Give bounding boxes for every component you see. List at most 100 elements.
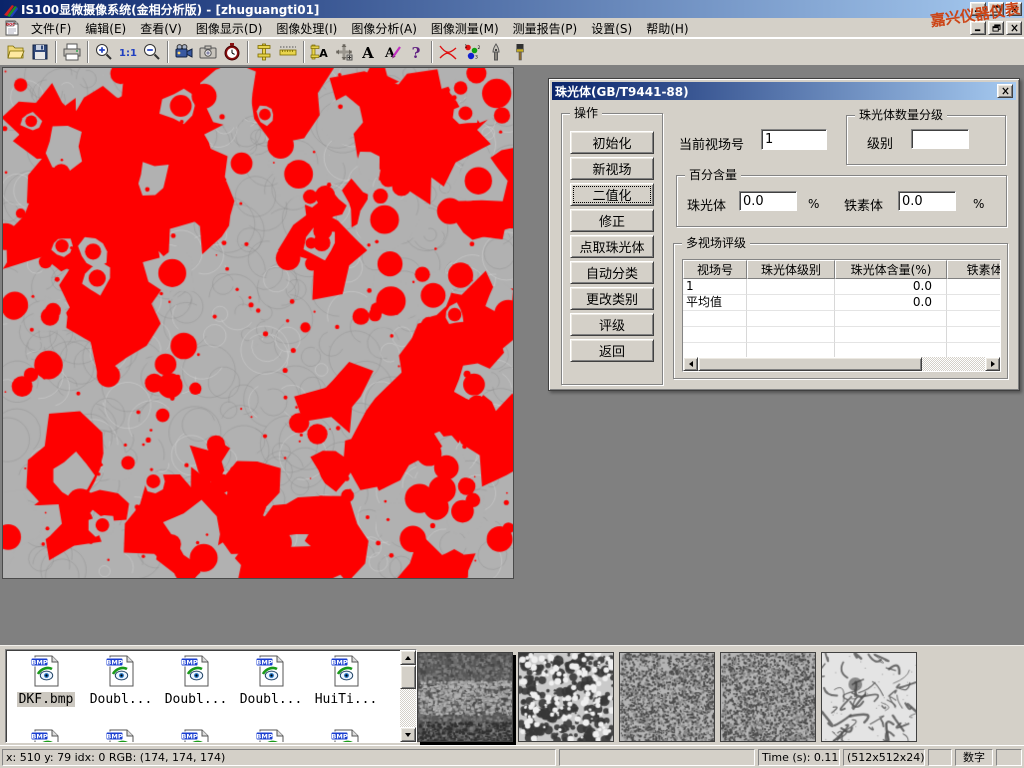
table-hscrollbar[interactable] [683,357,1000,371]
file-vscrollbar[interactable] [400,650,416,742]
menu-bar: DOC 文件(F)编辑(E)查看(V)图像显示(D)图像处理(I)图像分析(A)… [0,18,1024,38]
brush-icon[interactable] [508,40,532,64]
file-item[interactable]: BMPDKF.bmp [9,654,83,707]
op-button-1[interactable]: 初始化 [570,131,654,154]
menu-item-2[interactable]: 编辑(E) [78,20,133,38]
svg-text:BMP: BMP [256,732,272,740]
op-button-9[interactable]: 返回 [570,339,654,362]
table-row[interactable]: 10.0 [683,279,1000,295]
menu-item-10[interactable]: 帮助(H) [639,20,695,38]
svg-text:?: ? [412,44,421,62]
scroll-up-icon[interactable] [400,650,416,665]
table-header-3: 珠光体含量(%) [835,260,947,279]
move-icon[interactable] [332,40,356,64]
rating-table: 视场号珠光体级别珠光体含量(%)铁素体含量(%) 10.0平均值0.0 [682,259,1001,372]
child-close-button[interactable] [1006,21,1022,35]
toolbar: 1:1AAA?123 [0,38,1024,66]
file-item[interactable]: BMPDoubl... [159,654,233,707]
menu-items: 文件(F)编辑(E)查看(V)图像显示(D)图像处理(I)图像分析(A)图像测量… [24,18,696,37]
ruler-icon[interactable] [276,40,300,64]
actual-size-icon[interactable]: 1:1 [116,40,140,64]
file-item[interactable]: BMP [234,728,308,743]
file-item[interactable]: BMP [9,728,83,743]
micrograph-thumb-5[interactable] [821,652,917,742]
save-icon[interactable] [28,40,52,64]
menu-item-6[interactable]: 图像分析(A) [344,20,424,38]
op-button-8[interactable]: 评级 [570,313,654,336]
help-icon[interactable]: ? [404,40,428,64]
menu-item-4[interactable]: 图像显示(D) [189,20,270,38]
menu-item-9[interactable]: 设置(S) [584,20,639,38]
menu-item-7[interactable]: 图像测量(M) [424,20,506,38]
table-row[interactable] [683,327,1000,343]
table-cell: 平均值 [683,295,747,311]
ferrite-input[interactable] [898,191,956,211]
zoom-in-icon[interactable] [92,40,116,64]
text-icon[interactable]: A [356,40,380,64]
micrograph-thumb-1[interactable] [417,652,513,742]
micrograph-thumb-3[interactable] [619,652,715,742]
open-icon[interactable] [4,40,28,64]
operations-group: 操作 初始化新视场二值化修正点取珠光体自动分类更改类别评级返回 [561,113,663,385]
measure-font-icon[interactable]: A [308,40,332,64]
bmp-file-icon: BMP [104,728,138,743]
maximize-button[interactable] [988,2,1004,16]
table-cell: 0.0 [835,279,947,295]
op-button-6[interactable]: 自动分类 [570,261,654,284]
table-row[interactable] [683,311,1000,327]
svg-text:BMP: BMP [106,732,122,740]
svg-text:DOC: DOC [6,22,15,26]
annotate-icon[interactable]: A [380,40,404,64]
op-button-3[interactable]: 二值化 [570,183,654,206]
current-view-input[interactable] [761,129,827,150]
menu-item-1[interactable]: 文件(F) [24,20,78,38]
classify-icon[interactable]: 123 [460,40,484,64]
menu-item-8[interactable]: 测量报告(P) [506,20,585,38]
child-minimize-button[interactable] [970,21,986,35]
probe-icon[interactable] [484,40,508,64]
file-item[interactable]: BMP [84,728,158,743]
video-camera-icon[interactable] [172,40,196,64]
zoom-out-icon[interactable] [140,40,164,64]
print-icon[interactable] [60,40,84,64]
grade-input[interactable] [911,129,969,149]
op-button-4[interactable]: 修正 [570,209,654,232]
metallograph-image[interactable] [2,67,514,579]
micrograph-thumb-2[interactable] [518,652,614,742]
bottom-panel: BMPDKF.bmpBMPDoubl...BMPDoubl...BMPDoubl… [0,645,1024,745]
file-item[interactable]: BMPDoubl... [234,654,308,707]
svg-text:BMP: BMP [106,658,122,666]
scroll-down-icon[interactable] [400,727,416,742]
svg-text:A: A [361,44,374,62]
pearlite-input[interactable] [739,191,797,211]
dialog-title-bar[interactable]: 珠光体(GB/T9441-88) [552,82,1016,100]
scroll-left-icon[interactable] [683,357,698,371]
curve-icon[interactable] [436,40,460,64]
micrograph-thumb-4[interactable] [720,652,816,742]
op-button-2[interactable]: 新视场 [570,157,654,180]
op-button-5[interactable]: 点取珠光体 [570,235,654,258]
dialog-close-icon[interactable] [997,84,1013,98]
close-button[interactable] [1006,2,1022,16]
hscroll-thumb[interactable] [698,357,922,371]
scroll-right-icon[interactable] [985,357,1000,371]
menu-item-3[interactable]: 查看(V) [133,20,189,38]
file-item[interactable]: BMP [159,728,233,743]
child-restore-button[interactable] [988,21,1004,35]
table-row[interactable]: 平均值0.0 [683,295,1000,311]
file-item[interactable]: BMPDoubl... [84,654,158,707]
svg-text:BMP: BMP [181,658,197,666]
bmp-file-icon: BMP [254,654,288,688]
dialog-title: 珠光体(GB/T9441-88) [555,83,995,100]
grade-label: 级别 [867,133,893,152]
capture-icon[interactable] [196,40,220,64]
minimize-button[interactable] [970,2,986,16]
bmp-file-icon: BMP [29,654,63,688]
timer-icon[interactable] [220,40,244,64]
file-item[interactable]: BMP [309,728,383,743]
menu-item-5[interactable]: 图像处理(I) [269,20,344,38]
vscroll-thumb[interactable] [400,665,416,689]
caliper-icon[interactable] [252,40,276,64]
file-item[interactable]: BMPHuiTi... [309,654,383,707]
op-button-7[interactable]: 更改类别 [570,287,654,310]
